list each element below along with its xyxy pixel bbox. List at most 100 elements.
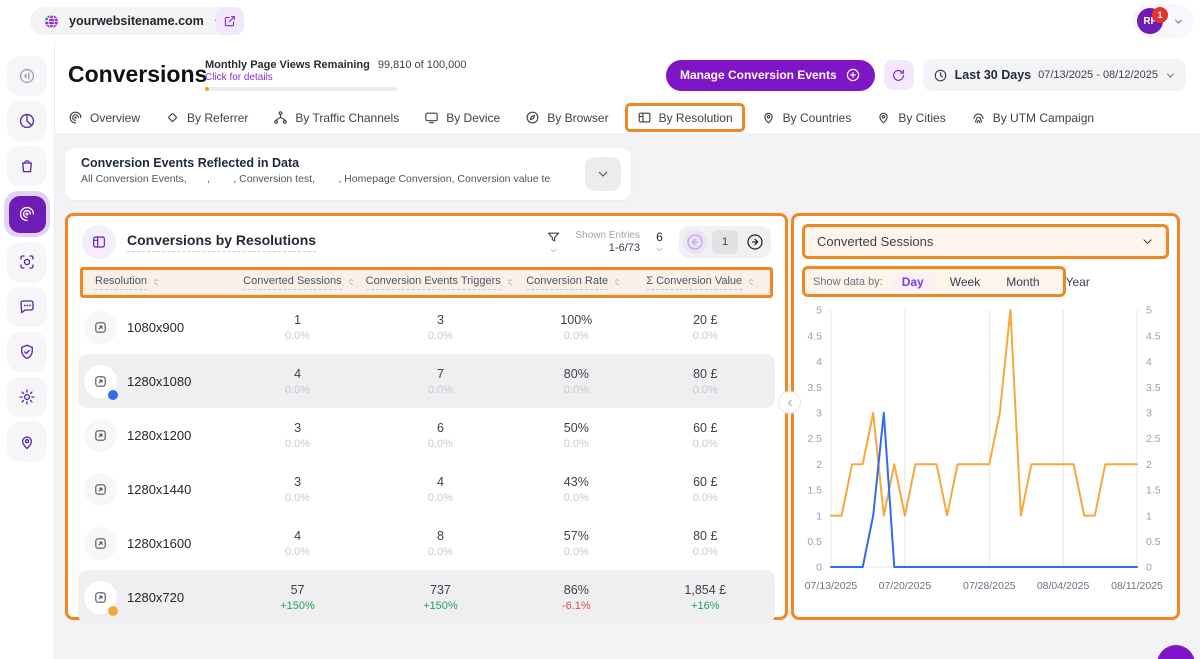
tab-label: By UTM Campaign [993, 111, 1094, 125]
funnel-icon [546, 230, 561, 245]
column-header-resolution[interactable]: Resolution [83, 275, 234, 290]
metric-select[interactable]: Converted Sessions [802, 224, 1169, 259]
metric-value: 3 [364, 313, 517, 327]
current-page[interactable]: 1 [712, 230, 738, 254]
table-card-icon-badge [82, 225, 116, 259]
table-row[interactable]: 1280x120030.0%60.0%50%0.0%60 £0.0% [78, 408, 775, 462]
table-row[interactable]: 1280x160040.0%80.0%57%0.0%80 £0.0% [78, 516, 775, 570]
sidebar-item-retarget[interactable] [7, 242, 47, 282]
metric-cell: 60 £0.0% [636, 421, 775, 450]
tab-by-device[interactable]: By Device [424, 110, 500, 125]
manage-conversion-events-button[interactable]: Manage Conversion Events [666, 60, 875, 91]
expand-icon [93, 590, 108, 605]
table-row[interactable]: 1280x72057+150%737+150%86%-6.1%1,854 £+1… [78, 570, 775, 624]
metric-value: 7 [364, 367, 517, 381]
table-row[interactable]: 1080x90010.0%30.0%100%0.0%20 £0.0% [78, 300, 775, 354]
period-day[interactable]: Day [891, 272, 935, 292]
metric-delta: 0.0% [517, 384, 635, 396]
shield-check-icon [18, 343, 36, 361]
sidebar-item-settings-gear[interactable] [7, 377, 47, 417]
sidebar-item-chat[interactable] [7, 287, 47, 327]
tab-label: Overview [90, 111, 140, 125]
metric-cell: 30.0% [231, 475, 363, 504]
tab-by-traffic-channels[interactable]: By Traffic Channels [273, 110, 399, 125]
sidebar-item-location-pin[interactable] [7, 422, 47, 462]
column-header-conversion-rate[interactable]: Conversion Rate [516, 275, 633, 290]
shown-entries: Shown Entries 1-6/73 [576, 230, 640, 254]
date-range-picker[interactable]: Last 30 Days 07/13/2025 - 08/12/2025 [923, 59, 1186, 91]
sidebar-item-shield-check[interactable] [7, 332, 47, 372]
table-row[interactable]: 1280x144030.0%40.0%43%0.0%60 £0.0% [78, 462, 775, 516]
svg-text:3: 3 [816, 408, 822, 420]
quota-progress-fill [205, 87, 209, 91]
notification-badge: 1 [1152, 7, 1168, 23]
filter-button[interactable] [546, 230, 561, 255]
resolution-icon-badge [84, 311, 117, 344]
period-year[interactable]: Year [1055, 272, 1101, 292]
sidebar-item-panel-toggle[interactable] [7, 56, 47, 96]
tab-by-referrer[interactable]: By Referrer [165, 110, 248, 125]
sidebar-item-conversions-spiral[interactable] [4, 191, 50, 237]
metric-cell: 80.0% [364, 529, 517, 558]
metric-value: 20 £ [636, 313, 775, 327]
resolution-label: 1280x1080 [127, 374, 191, 389]
metric-value: 100% [517, 313, 635, 327]
svg-text:08/11/2025: 08/11/2025 [1111, 580, 1163, 592]
pagination: 1 [679, 226, 771, 258]
table-row[interactable]: 1280x108040.0%70.0%80%0.0%80 £0.0% [78, 354, 775, 408]
svg-text:07/13/2025: 07/13/2025 [805, 580, 858, 592]
period-month[interactable]: Month [995, 272, 1050, 292]
metric-value: 57% [517, 529, 635, 543]
column-header-conversion-events-triggers[interactable]: Conversion Events Triggers [365, 275, 516, 290]
svg-text:2: 2 [1146, 459, 1152, 471]
metric-delta: 0.0% [364, 330, 517, 342]
refresh-button[interactable] [884, 60, 914, 90]
chart-svg: 000.50.5111.51.5222.52.5333.53.5444.54.5… [794, 299, 1174, 598]
column-header-label: Conversion Events Triggers [366, 275, 501, 290]
metric-delta: -6.1% [517, 600, 635, 612]
date-preset: Last 30 Days [955, 68, 1031, 82]
resolution-label: 1280x1600 [127, 536, 191, 551]
tab-overview[interactable]: Overview [68, 110, 140, 125]
metric-cell: 57%0.0% [517, 529, 635, 558]
tab-by-countries[interactable]: By Countries [761, 110, 852, 125]
svg-text:0: 0 [816, 562, 822, 574]
account-menu[interactable]: RF 1 [1132, 4, 1194, 38]
metric-label: Converted Sessions [817, 234, 933, 249]
header-actions: Manage Conversion Events Last 30 Days 07… [666, 59, 1186, 91]
tab-by-utm-campaign[interactable]: By UTM Campaign [971, 110, 1094, 125]
page-size-select[interactable]: 6 [655, 230, 664, 254]
column-header--conversion-value[interactable]: Σ Conversion Value [633, 275, 770, 290]
metric-cell: 10.0% [231, 313, 363, 342]
utm-icon [971, 110, 986, 125]
sidebar-item-shopping-bag[interactable] [7, 146, 47, 186]
open-website-button[interactable] [216, 7, 244, 35]
metric-delta: +16% [636, 600, 775, 612]
chevron-down-icon [549, 246, 558, 255]
previous-page-button[interactable] [683, 230, 707, 254]
metric-delta: 0.0% [364, 546, 517, 558]
next-page-button[interactable] [743, 230, 767, 254]
events-banner-expand-button[interactable] [585, 157, 621, 191]
svg-text:08/04/2025: 08/04/2025 [1037, 580, 1090, 592]
tab-label: By Cities [898, 111, 945, 125]
metric-value: 60 £ [636, 421, 775, 435]
tab-label: By Traffic Channels [295, 111, 399, 125]
cities-icon [876, 110, 891, 125]
tab-by-cities[interactable]: By Cities [876, 110, 945, 125]
tab-by-resolution[interactable]: By Resolution [625, 103, 745, 132]
panel-collapse-handle[interactable] [778, 391, 801, 414]
expand-icon [93, 374, 108, 389]
resolution-icon-badge [84, 581, 117, 614]
period-week[interactable]: Week [939, 272, 991, 292]
column-header-converted-sessions[interactable]: Converted Sessions [234, 275, 365, 290]
metric-cell: 60.0% [364, 421, 517, 450]
resolution-cell: 1280x720 [78, 581, 231, 614]
sidebar-item-pie-chart[interactable] [7, 101, 47, 141]
tab-by-browser[interactable]: By Browser [525, 110, 608, 125]
quota-details-link[interactable]: Click for details [205, 72, 467, 83]
resolution-label: 1280x720 [127, 590, 184, 605]
chevron-down-icon [596, 167, 610, 181]
website-selector[interactable]: yourwebsitename.com [30, 7, 237, 35]
quota-label: Monthly Page Views Remaining [205, 59, 370, 71]
